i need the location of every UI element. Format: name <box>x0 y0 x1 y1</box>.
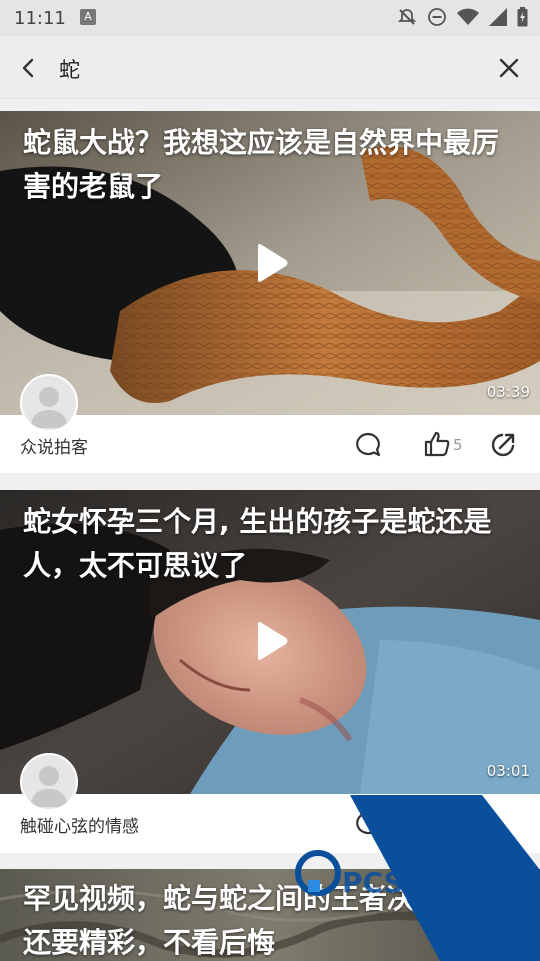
play-icon[interactable] <box>248 619 292 663</box>
wifi-icon <box>457 8 479 25</box>
video-card[interactable]: 罕见视频，蛇与蛇之间的王者决比斗牛还要精彩，不看后悔 <box>0 869 540 961</box>
status-icons <box>397 7 528 27</box>
avatar[interactable] <box>20 374 78 432</box>
comment-icon[interactable] <box>354 431 382 459</box>
video-thumbnail[interactable]: 罕见视频，蛇与蛇之间的王者决比斗牛还要精彩，不看后悔 <box>0 869 540 961</box>
close-icon[interactable] <box>496 55 522 81</box>
author-name[interactable]: 众说拍客 <box>20 433 88 458</box>
video-duration: 03:39 <box>486 383 530 401</box>
video-title[interactable]: 蛇女怀孕三个月, 生出的孩子是蛇还是人，太不可思议了 <box>23 500 523 588</box>
app-notification-icon: A <box>80 9 96 25</box>
status-bar: 11:11 A <box>0 0 540 36</box>
video-thumbnail[interactable]: 蛇鼠大战？我想这应该是自然界中最厉害的老鼠了 03:39 <box>0 111 540 415</box>
video-title[interactable]: 蛇鼠大战？我想这应该是自然界中最厉害的老鼠了 <box>23 121 523 209</box>
like-count: 5 <box>453 436 463 454</box>
do-not-disturb-icon <box>428 8 446 26</box>
battery-icon <box>517 7 528 27</box>
search-bar: 蛇 <box>0 36 540 99</box>
video-duration: 03:01 <box>486 762 530 780</box>
chevron-left-icon[interactable] <box>16 55 42 81</box>
thumb-up-icon[interactable] <box>423 430 451 458</box>
video-card[interactable]: 蛇女怀孕三个月, 生出的孩子是蛇还是人，太不可思议了 03:01 触碰心弦的情感 <box>0 490 540 853</box>
share-icon[interactable] <box>489 431 517 459</box>
avatar[interactable] <box>20 753 78 811</box>
comment-icon[interactable] <box>354 810 382 838</box>
play-icon[interactable] <box>248 241 292 285</box>
video-title[interactable]: 罕见视频，蛇与蛇之间的王者决比斗牛还要精彩，不看后悔 <box>23 877 523 961</box>
signal-icon <box>489 8 507 26</box>
video-thumbnail[interactable]: 蛇女怀孕三个月, 生出的孩子是蛇还是人，太不可思议了 03:01 <box>0 490 540 794</box>
author-name[interactable]: 触碰心弦的情感 <box>20 812 139 837</box>
status-time: 11:11 <box>14 8 66 29</box>
video-card[interactable]: 蛇鼠大战？我想这应该是自然界中最厉害的老鼠了 03:39 众说拍客 5 <box>0 111 540 473</box>
notifications-off-icon <box>397 9 417 25</box>
search-input[interactable]: 蛇 <box>59 54 80 84</box>
